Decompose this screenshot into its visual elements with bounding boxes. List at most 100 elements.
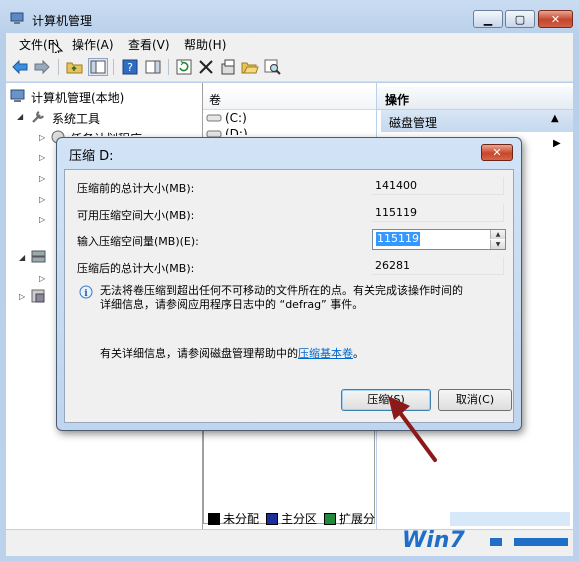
spin-up-arrow-icon[interactable]: ▲	[490, 230, 505, 239]
system-tools-icon	[32, 111, 44, 123]
computer-icon	[10, 89, 25, 102]
legend-label-extended: 扩展分	[339, 512, 376, 526]
collapse-triangle-icon[interactable]: ◢	[17, 112, 23, 121]
watermark-band	[450, 512, 570, 526]
delete-x-icon	[199, 60, 213, 74]
help-text: 有关详细信息，请参阅磁盘管理帮助中的压缩基本卷。	[100, 347, 364, 361]
dialog-body: 压缩前的总计大小(MB): 141400 可用压缩空间大小(MB): 11511…	[64, 169, 514, 423]
actions-section-disk-management[interactable]: 磁盘管理 ▲	[381, 110, 573, 132]
delete-button[interactable]	[196, 58, 216, 76]
expand-triangle-icon[interactable]: ▷	[39, 274, 45, 283]
up-folder-button[interactable]	[65, 58, 85, 76]
info-icon: i	[79, 285, 93, 299]
legend-swatch-unallocated	[208, 512, 220, 525]
storage-icon	[31, 250, 46, 263]
label-shrink-amount: 输入压缩空间量(MB)(E):	[77, 235, 199, 248]
toolbar-divider	[168, 59, 169, 75]
expand-triangle-icon[interactable]: ▷	[39, 153, 45, 162]
toolbar-divider	[58, 59, 59, 75]
properties-button[interactable]	[218, 58, 238, 76]
legend: 未分配 主分区 扩展分	[208, 510, 375, 527]
back-arrow-icon	[12, 59, 28, 75]
computer-management-icon	[10, 12, 24, 25]
drive-icon	[206, 114, 222, 122]
tree-root-computer-management[interactable]: 计算机管理(本地)	[31, 89, 124, 106]
actions-header: 操作	[377, 87, 573, 110]
help-button[interactable]: ?	[120, 58, 140, 76]
show-hide-console-tree-button[interactable]	[88, 58, 108, 76]
expand-triangle-icon[interactable]: ▷	[39, 174, 45, 183]
expand-triangle-icon[interactable]: ▷	[39, 215, 45, 224]
svg-text:?: ?	[127, 61, 133, 74]
label-size-before: 压缩前的总计大小(MB):	[77, 182, 195, 195]
more-actions-arrow-icon[interactable]: ▶	[553, 138, 561, 149]
refresh-button[interactable]	[174, 58, 194, 76]
svg-text:i: i	[84, 289, 88, 299]
collapse-up-icon[interactable]: ▲	[551, 113, 559, 124]
shrink-amount-spinner[interactable]: 115119 ▲ ▼	[372, 229, 506, 250]
collapse-triangle-icon[interactable]: ◢	[19, 253, 25, 262]
toolbar: ?	[6, 53, 573, 82]
folder-up-icon	[66, 62, 83, 74]
legend-swatch-extended	[324, 512, 337, 525]
dialog-close-button[interactable]: ✕	[481, 144, 513, 161]
forward-button[interactable]	[32, 58, 52, 76]
shrink-dialog: 压缩 D: ✕ 压缩前的总计大小(MB): 141400 可用压缩空间大小(MB…	[56, 137, 522, 431]
menu-bar: 文件(F) 操作(A) 查看(V) 帮助(H)	[6, 33, 573, 58]
window-title: 计算机管理	[32, 14, 93, 28]
title-bar[interactable]: 计算机管理 ▁ ▢ ✕	[6, 6, 573, 32]
refresh-icon	[176, 59, 192, 75]
label-available-shrink: 可用压缩空间大小(MB):	[77, 209, 195, 222]
value-size-after: 26281	[372, 257, 504, 275]
back-button[interactable]	[10, 58, 30, 76]
tree-item-system-tools[interactable]: 系统工具	[52, 110, 100, 127]
maximize-button[interactable]: ▢	[505, 10, 535, 28]
label-size-after: 压缩后的总计大小(MB):	[77, 262, 195, 275]
open-folder-button[interactable]	[240, 58, 260, 76]
services-icon	[31, 289, 45, 303]
show-hide-action-pane-button[interactable]	[143, 58, 163, 76]
actions-section-label: 磁盘管理	[389, 116, 438, 130]
spin-down-arrow-icon[interactable]: ▼	[490, 240, 505, 249]
value-available-shrink: 115119	[372, 204, 504, 222]
menu-view[interactable]: 查看(V)	[128, 36, 170, 53]
properties-icon	[221, 59, 235, 75]
close-icon: ✕	[550, 13, 561, 26]
info-text-line-2: 详细信息，请参阅应用程序日志中的 “defrag” 事件。	[100, 298, 364, 311]
watermark-text: Win7	[402, 528, 465, 553]
info-text-line-1: 无法将卷压缩到超出任何不可移动的文件所在的点。有关完成该操作时间的	[100, 284, 463, 297]
dialog-title: 压缩 D:	[69, 149, 114, 164]
close-icon: ✕	[492, 146, 502, 159]
menu-action[interactable]: 操作(A)	[72, 36, 114, 53]
expand-triangle-icon[interactable]: ▷	[19, 292, 25, 301]
action-pane-icon	[145, 60, 161, 74]
legend-label-unallocated: 未分配	[223, 512, 260, 526]
help-link-shrink-basic-volume[interactable]: 压缩基本卷	[298, 347, 353, 360]
actions-title: 操作	[385, 93, 410, 107]
volume-row-d[interactable]: (D:)	[225, 127, 248, 135]
minimize-icon: ▁	[483, 13, 493, 26]
watermark-mark	[514, 538, 568, 546]
folder-open-icon	[241, 62, 259, 74]
help-text-prefix: 有关详细信息，请参阅磁盘管理帮助中的	[100, 347, 298, 360]
legend-swatch-primary	[266, 512, 279, 525]
help-icon: ?	[122, 59, 138, 75]
help-text-suffix: 。	[353, 347, 364, 360]
annotation-arrow-icon	[388, 396, 437, 462]
expand-triangle-icon[interactable]: ▷	[39, 133, 45, 142]
column-header-label: 卷	[209, 93, 222, 107]
minimize-button[interactable]: ▁	[473, 10, 503, 28]
magnifier-icon	[264, 59, 281, 75]
close-button[interactable]: ✕	[538, 10, 573, 28]
search-button[interactable]	[263, 58, 283, 76]
toolbar-divider	[113, 59, 114, 75]
column-header-volume[interactable]: 卷	[203, 87, 376, 110]
shrink-amount-input[interactable]: 115119	[376, 232, 420, 246]
volume-row-c[interactable]: (C:)	[225, 111, 247, 125]
value-size-before: 141400	[372, 177, 504, 195]
tree-item-task-scheduler[interactable]: 任务计划程序	[70, 130, 142, 136]
expand-triangle-icon[interactable]: ▷	[39, 195, 45, 204]
console-tree-icon	[90, 60, 106, 74]
watermark-mark	[490, 538, 502, 546]
menu-help[interactable]: 帮助(H)	[184, 36, 226, 53]
